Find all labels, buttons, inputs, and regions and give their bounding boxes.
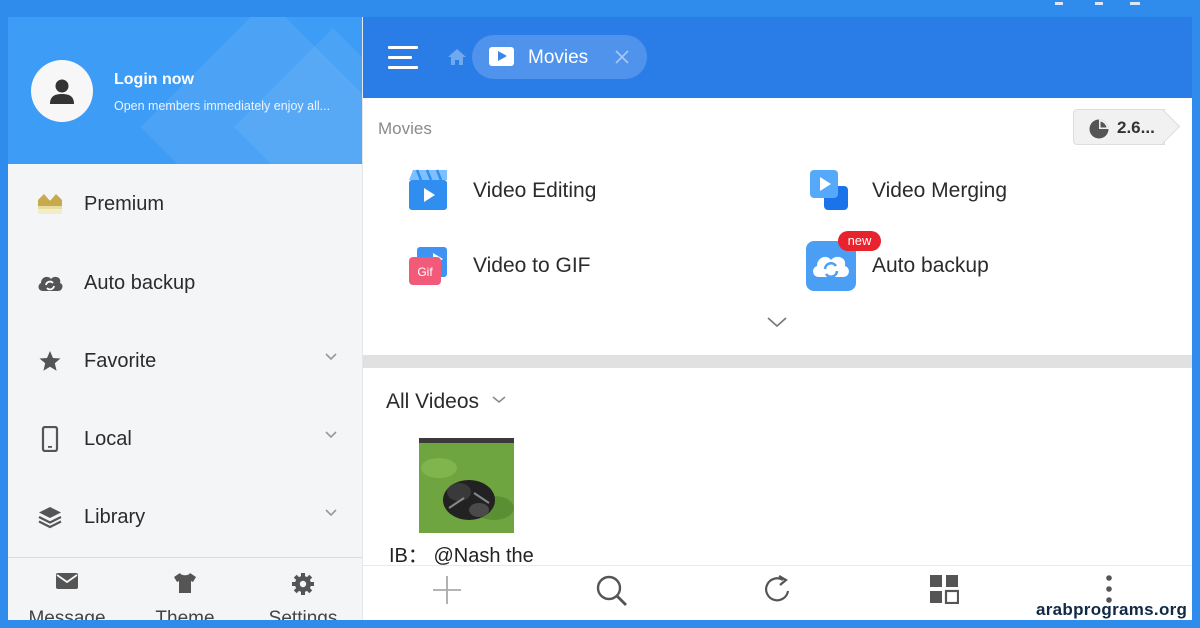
drawer-item-favorite[interactable]: Favorite [8,322,362,400]
drawer-item-label: Favorite [84,349,157,372]
grid-view-icon[interactable] [929,574,959,604]
drawer-item-label: Premium [84,192,165,215]
tool-label: Video to GIF [473,254,591,277]
chevron-down-icon[interactable] [491,395,507,405]
message-label: Message [28,608,106,620]
navigation-drawer: Login now Open members immediately enjoy… [8,17,363,620]
all-videos-dropdown[interactable]: All Videos [386,390,479,414]
video-merging-icon [810,170,848,210]
theme-button[interactable]: Theme [126,558,244,620]
status-bar-icons [1055,2,1140,5]
storage-value: 2.6... [1117,118,1155,137]
gear-icon [292,573,314,595]
new-badge: new [838,231,881,251]
phone-icon [36,425,64,453]
pie-chart-icon [1089,119,1109,139]
drawer-bottom-bar: Message Theme Settings [8,557,362,620]
drawer-item-label: Library [84,505,146,528]
tool-label: Auto backup [872,254,989,277]
close-icon[interactable] [612,47,632,67]
storage-badge[interactable]: 2.6... [1073,109,1165,145]
settings-button[interactable]: Settings [244,558,362,620]
menu-icon[interactable] [388,45,418,69]
drawer-item-label: Local [84,427,132,450]
user-icon [50,79,74,104]
play-icon [489,47,514,66]
drawer-item-library[interactable]: Library [8,478,362,556]
thumbnail-image [419,438,514,533]
section-divider [363,355,1192,368]
star-icon [36,347,64,375]
drawer-item-label: Auto backup [84,271,196,294]
gif-icon-text: Gif [417,265,433,279]
login-title[interactable]: Login now [114,71,194,89]
search-icon[interactable] [595,574,629,608]
app-window: Login now Open members immediately enjoy… [8,17,1192,620]
video-title: IB： @Nash the [389,545,534,567]
layers-icon [36,503,64,531]
login-subtitle: Open members immediately enjoy all... [114,99,331,113]
tool-label: Video Merging [872,179,1008,202]
tool-label: Video Editing [473,179,597,202]
home-icon[interactable] [447,48,467,66]
tab-label: Movies [528,47,589,68]
main-panel: Movies Movies 2.6... Video Editing Video… [363,17,1192,620]
crown-icon [36,190,64,218]
section-title: Movies [378,119,432,138]
message-button[interactable]: Message [8,558,126,620]
avatar[interactable] [31,60,93,122]
top-app-bar: Movies [363,17,1192,98]
chevron-down-icon[interactable] [324,508,338,517]
drawer-item-auto-backup[interactable]: Auto backup [8,244,362,322]
envelope-icon [56,573,78,589]
profile-header[interactable]: Login now Open members immediately enjoy… [8,17,362,164]
theme-label: Theme [155,608,215,620]
settings-label: Settings [268,608,338,620]
video-editing-icon [409,169,447,210]
chevron-down-icon[interactable] [766,316,788,328]
chevron-down-icon[interactable] [324,352,338,361]
video-thumbnail[interactable] [419,438,514,533]
refresh-icon[interactable] [763,574,793,606]
drawer-item-premium[interactable]: Premium [8,165,362,243]
gif-icon: Gif [409,247,447,285]
tab-movies[interactable]: Movies [472,35,647,79]
chevron-down-icon[interactable] [324,430,338,439]
shirt-icon [174,573,196,593]
plus-icon[interactable] [431,574,463,606]
drawer-item-local[interactable]: Local [8,400,362,478]
cloud-sync-icon [36,269,64,297]
watermark: arabprograms.org [1036,600,1188,619]
